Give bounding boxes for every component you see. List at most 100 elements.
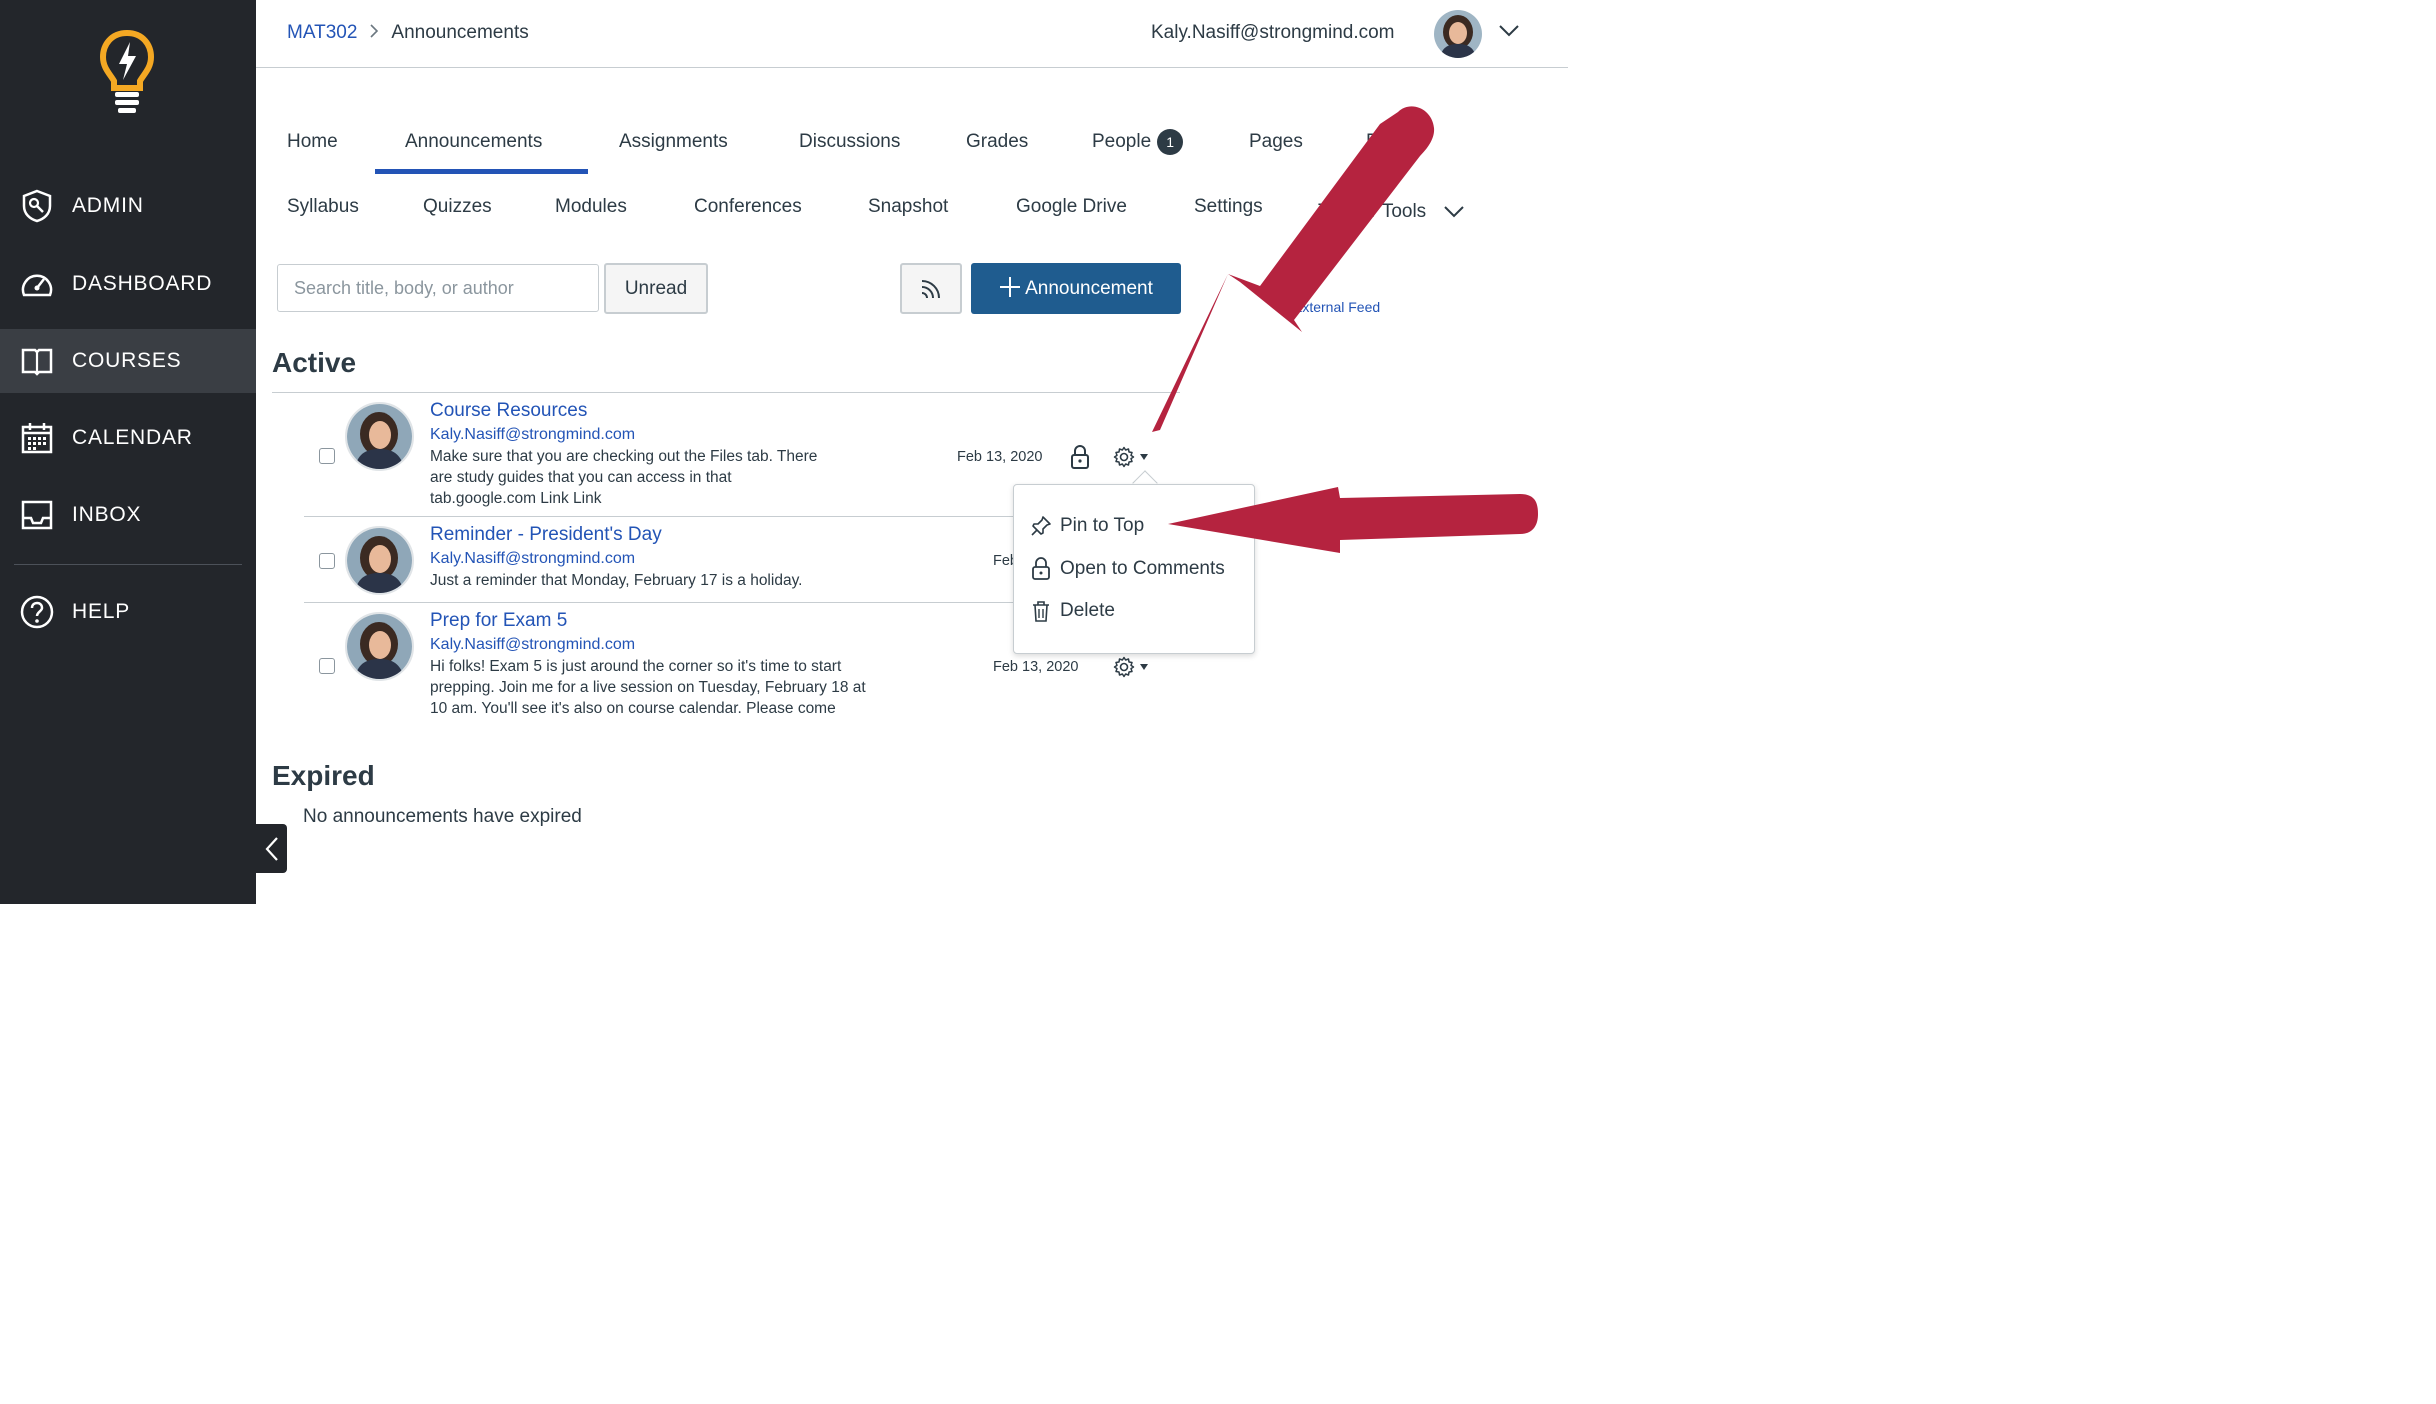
- author-avatar[interactable]: [345, 526, 414, 595]
- tab-home[interactable]: Home: [287, 131, 338, 153]
- row-divider: [304, 602, 1014, 603]
- author-avatar[interactable]: [345, 402, 414, 471]
- caret-down-icon: [1140, 664, 1148, 670]
- section-divider: [272, 392, 1180, 393]
- annotation-arrow-diagonal: [1152, 106, 1435, 432]
- menu-item-label: Open to Comments: [1060, 558, 1225, 579]
- menu-item-label: Delete: [1060, 600, 1115, 621]
- select-checkbox[interactable]: [319, 553, 335, 569]
- tab-conferences[interactable]: Conferences: [694, 196, 802, 218]
- announcement-author-link[interactable]: Kaly.Nasiff@strongmind.com: [430, 550, 635, 568]
- chevron-down-icon: [1444, 206, 1465, 218]
- sidebar-item-label: COURSES: [72, 349, 182, 372]
- menu-item-delete[interactable]: Delete: [1030, 600, 1115, 622]
- tab-google-drive[interactable]: Google Drive: [1016, 196, 1127, 218]
- tab-pages[interactable]: Pages: [1249, 131, 1303, 153]
- breadcrumb-course-link[interactable]: MAT302: [287, 22, 357, 44]
- unread-filter-button[interactable]: Unread: [604, 263, 708, 314]
- author-avatar[interactable]: [345, 612, 414, 681]
- gear-icon: [1113, 446, 1135, 468]
- add-announcement-label: Announcement: [1025, 277, 1153, 299]
- announcement-title-link[interactable]: Reminder - President's Day: [430, 524, 662, 546]
- announcement-author-link[interactable]: Kaly.Nasiff@strongmind.com: [430, 636, 635, 654]
- help-icon: [20, 595, 54, 629]
- user-menu-chevron-icon[interactable]: [1498, 24, 1520, 43]
- announcement-settings-menu: Pin to Top Open to Comments Delete: [1013, 484, 1255, 654]
- inbox-icon: [20, 498, 54, 532]
- tab-announcements[interactable]: Announcements: [405, 131, 542, 153]
- select-checkbox[interactable]: [319, 658, 335, 674]
- avatar[interactable]: [1434, 10, 1482, 58]
- global-sidebar: ADMIN DASHBOARD COURSES CALENDAR INBOX H…: [0, 0, 256, 904]
- rss-feed-button[interactable]: [900, 263, 962, 314]
- row-divider: [304, 516, 1014, 517]
- rss-icon: [921, 279, 940, 298]
- trash-icon: [1030, 600, 1052, 622]
- tab-assignments[interactable]: Assignments: [619, 131, 728, 153]
- announcement-date: Feb 13, 2020: [957, 449, 1043, 465]
- sidebar-item-label: ADMIN: [72, 194, 144, 217]
- menu-item-label: Pin to Top: [1060, 515, 1145, 536]
- section-title-active: Active: [272, 347, 357, 378]
- sidebar-item-dashboard[interactable]: DASHBOARD: [0, 252, 256, 316]
- announcement-body: Make sure that you are checking out the …: [430, 448, 818, 507]
- shield-icon: [20, 189, 54, 223]
- sidebar-item-label: INBOX: [72, 503, 142, 526]
- breadcrumb: MAT302 Announcements: [287, 22, 529, 44]
- user-email: Kaly.Nasiff@strongmind.com: [1151, 22, 1395, 43]
- active-tab-indicator: [375, 169, 588, 174]
- lightbulb-logo-icon[interactable]: [98, 28, 156, 118]
- sidebar-item-inbox[interactable]: INBOX: [0, 483, 256, 547]
- tab-teacher-tools[interactable]: er Tools: [1360, 201, 1465, 223]
- add-announcement-button[interactable]: Announcement: [971, 263, 1181, 314]
- speedometer-icon: [20, 267, 54, 301]
- unread-label: Unread: [624, 277, 688, 299]
- settings-menu-button[interactable]: [1113, 446, 1149, 468]
- menu-item-pin-to-top[interactable]: Pin to Top: [1030, 515, 1144, 537]
- tab-people[interactable]: People 1: [1092, 129, 1184, 155]
- tab-modules[interactable]: Modules: [555, 196, 627, 218]
- announcement-title-link[interactable]: Course Resources: [430, 400, 587, 422]
- tab-teacher-tools-start[interactable]: Te: [1318, 201, 1338, 223]
- collapse-sidebar-button[interactable]: [256, 824, 287, 873]
- empty-state-message: No announcements have expired: [303, 806, 582, 827]
- breadcrumb-separator-icon: [369, 22, 379, 44]
- sidebar-item-calendar[interactable]: CALENDAR: [0, 406, 256, 470]
- tab-snapshot[interactable]: Snapshot: [868, 196, 948, 218]
- gear-icon: [1113, 656, 1135, 678]
- tab-syllabus[interactable]: Syllabus: [287, 196, 359, 218]
- external-feed-link[interactable]: External Feed: [1293, 299, 1380, 315]
- tab-quizzes[interactable]: Quizzes: [423, 196, 492, 218]
- settings-menu-button[interactable]: [1113, 656, 1149, 678]
- tab-files[interactable]: Fi: [1366, 131, 1382, 153]
- select-checkbox[interactable]: [319, 448, 335, 464]
- sidebar-item-label: DASHBOARD: [72, 272, 213, 295]
- tab-discussions[interactable]: Discussions: [799, 131, 900, 153]
- sidebar-item-label: HELP: [72, 600, 131, 623]
- announcement-title-link[interactable]: Prep for Exam 5: [430, 610, 567, 632]
- tab-grades[interactable]: Grades: [966, 131, 1028, 153]
- calendar-icon: [20, 421, 54, 455]
- lock-icon: [1030, 557, 1052, 581]
- announcement-body: Hi folks! Exam 5 is just around the corn…: [430, 658, 866, 717]
- sidebar-item-admin[interactable]: ADMIN: [0, 174, 256, 238]
- book-icon: [20, 344, 54, 378]
- announcement-author-link[interactable]: Kaly.Nasiff@strongmind.com: [430, 426, 635, 444]
- pin-icon: [1030, 515, 1052, 537]
- plus-icon: [999, 275, 1021, 303]
- top-bar: MAT302 Announcements Kaly.Nasiff@strongm…: [256, 0, 1568, 68]
- tab-people-label: People: [1092, 131, 1152, 153]
- sidebar-item-help[interactable]: HELP: [0, 580, 256, 644]
- sidebar-item-courses[interactable]: COURSES: [0, 329, 256, 393]
- sidebar-divider: [14, 564, 242, 565]
- tab-teacher-tools-label: er Tools: [1360, 201, 1427, 222]
- search-input[interactable]: [277, 264, 599, 312]
- tab-settings[interactable]: Settings: [1194, 196, 1263, 218]
- people-count-badge: 1: [1157, 129, 1184, 155]
- menu-item-open-to-comments[interactable]: Open to Comments: [1030, 557, 1225, 581]
- lock-icon[interactable]: [1069, 444, 1091, 475]
- chevron-left-icon: [265, 836, 278, 861]
- section-title-expired: Expired: [272, 760, 375, 791]
- announcement-date: Feb 13, 2020: [993, 659, 1079, 675]
- caret-down-icon: [1140, 454, 1148, 460]
